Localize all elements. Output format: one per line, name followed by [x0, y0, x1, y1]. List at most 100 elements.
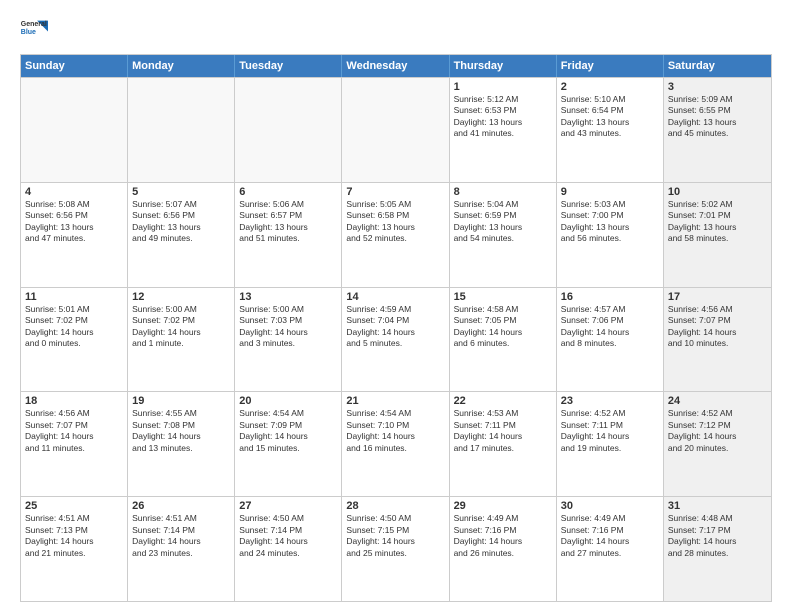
cal-row-4: 25Sunrise: 4:51 AM Sunset: 7:13 PM Dayli…: [21, 496, 771, 601]
cal-header-tuesday: Tuesday: [235, 55, 342, 77]
cal-cell-27: 27Sunrise: 4:50 AM Sunset: 7:14 PM Dayli…: [235, 497, 342, 601]
day-number: 24: [668, 395, 767, 407]
day-number: 22: [454, 395, 552, 407]
cal-cell-6: 6Sunrise: 5:06 AM Sunset: 6:57 PM Daylig…: [235, 183, 342, 287]
cal-cell-9: 9Sunrise: 5:03 AM Sunset: 7:00 PM Daylig…: [557, 183, 664, 287]
cal-cell-31: 31Sunrise: 4:48 AM Sunset: 7:17 PM Dayli…: [664, 497, 771, 601]
day-number: 15: [454, 291, 552, 303]
day-number: 12: [132, 291, 230, 303]
day-number: 16: [561, 291, 659, 303]
day-number: 5: [132, 186, 230, 198]
day-number: 30: [561, 500, 659, 512]
day-number: 10: [668, 186, 767, 198]
day-number: 31: [668, 500, 767, 512]
calendar-header-row: SundayMondayTuesdayWednesdayThursdayFrid…: [21, 55, 771, 77]
cell-content: Sunrise: 4:52 AM Sunset: 7:11 PM Dayligh…: [561, 408, 659, 454]
day-number: 7: [346, 186, 444, 198]
cal-cell-30: 30Sunrise: 4:49 AM Sunset: 7:16 PM Dayli…: [557, 497, 664, 601]
day-number: 11: [25, 291, 123, 303]
cal-row-2: 11Sunrise: 5:01 AM Sunset: 7:02 PM Dayli…: [21, 287, 771, 392]
cal-cell-12: 12Sunrise: 5:00 AM Sunset: 7:02 PM Dayli…: [128, 288, 235, 392]
day-number: 21: [346, 395, 444, 407]
day-number: 4: [25, 186, 123, 198]
day-number: 13: [239, 291, 337, 303]
cal-cell-empty-0-3: [342, 78, 449, 182]
day-number: 20: [239, 395, 337, 407]
cell-content: Sunrise: 5:06 AM Sunset: 6:57 PM Dayligh…: [239, 199, 337, 245]
cal-cell-17: 17Sunrise: 4:56 AM Sunset: 7:07 PM Dayli…: [664, 288, 771, 392]
page: General Blue SundayMondayTuesdayWednesda…: [0, 0, 792, 612]
day-number: 17: [668, 291, 767, 303]
cell-content: Sunrise: 4:53 AM Sunset: 7:11 PM Dayligh…: [454, 408, 552, 454]
logo-icon: General Blue: [20, 16, 48, 44]
cal-cell-10: 10Sunrise: 5:02 AM Sunset: 7:01 PM Dayli…: [664, 183, 771, 287]
cal-cell-3: 3Sunrise: 5:09 AM Sunset: 6:55 PM Daylig…: [664, 78, 771, 182]
cell-content: Sunrise: 5:04 AM Sunset: 6:59 PM Dayligh…: [454, 199, 552, 245]
day-number: 18: [25, 395, 123, 407]
cell-content: Sunrise: 4:50 AM Sunset: 7:15 PM Dayligh…: [346, 513, 444, 559]
day-number: 8: [454, 186, 552, 198]
cal-header-monday: Monday: [128, 55, 235, 77]
cell-content: Sunrise: 4:57 AM Sunset: 7:06 PM Dayligh…: [561, 304, 659, 350]
cal-cell-5: 5Sunrise: 5:07 AM Sunset: 6:56 PM Daylig…: [128, 183, 235, 287]
cal-header-friday: Friday: [557, 55, 664, 77]
day-number: 28: [346, 500, 444, 512]
cell-content: Sunrise: 4:49 AM Sunset: 7:16 PM Dayligh…: [561, 513, 659, 559]
cal-header-saturday: Saturday: [664, 55, 771, 77]
cell-content: Sunrise: 4:54 AM Sunset: 7:09 PM Dayligh…: [239, 408, 337, 454]
cell-content: Sunrise: 4:56 AM Sunset: 7:07 PM Dayligh…: [25, 408, 123, 454]
day-number: 6: [239, 186, 337, 198]
svg-text:Blue: Blue: [21, 29, 36, 36]
cal-cell-13: 13Sunrise: 5:00 AM Sunset: 7:03 PM Dayli…: [235, 288, 342, 392]
cell-content: Sunrise: 4:48 AM Sunset: 7:17 PM Dayligh…: [668, 513, 767, 559]
cal-cell-28: 28Sunrise: 4:50 AM Sunset: 7:15 PM Dayli…: [342, 497, 449, 601]
cal-cell-4: 4Sunrise: 5:08 AM Sunset: 6:56 PM Daylig…: [21, 183, 128, 287]
logo: General Blue: [20, 16, 48, 44]
cell-content: Sunrise: 5:03 AM Sunset: 7:00 PM Dayligh…: [561, 199, 659, 245]
calendar: SundayMondayTuesdayWednesdayThursdayFrid…: [20, 54, 772, 602]
day-number: 23: [561, 395, 659, 407]
day-number: 27: [239, 500, 337, 512]
cal-cell-11: 11Sunrise: 5:01 AM Sunset: 7:02 PM Dayli…: [21, 288, 128, 392]
cal-cell-20: 20Sunrise: 4:54 AM Sunset: 7:09 PM Dayli…: [235, 392, 342, 496]
cal-cell-19: 19Sunrise: 4:55 AM Sunset: 7:08 PM Dayli…: [128, 392, 235, 496]
cal-row-3: 18Sunrise: 4:56 AM Sunset: 7:07 PM Dayli…: [21, 391, 771, 496]
day-number: 29: [454, 500, 552, 512]
svg-text:General: General: [21, 21, 47, 28]
cal-cell-14: 14Sunrise: 4:59 AM Sunset: 7:04 PM Dayli…: [342, 288, 449, 392]
cal-cell-7: 7Sunrise: 5:05 AM Sunset: 6:58 PM Daylig…: [342, 183, 449, 287]
cell-content: Sunrise: 5:00 AM Sunset: 7:03 PM Dayligh…: [239, 304, 337, 350]
cell-content: Sunrise: 5:00 AM Sunset: 7:02 PM Dayligh…: [132, 304, 230, 350]
day-number: 1: [454, 81, 552, 93]
cell-content: Sunrise: 4:49 AM Sunset: 7:16 PM Dayligh…: [454, 513, 552, 559]
cell-content: Sunrise: 5:12 AM Sunset: 6:53 PM Dayligh…: [454, 94, 552, 140]
cell-content: Sunrise: 4:55 AM Sunset: 7:08 PM Dayligh…: [132, 408, 230, 454]
cell-content: Sunrise: 4:52 AM Sunset: 7:12 PM Dayligh…: [668, 408, 767, 454]
day-number: 2: [561, 81, 659, 93]
day-number: 9: [561, 186, 659, 198]
cell-content: Sunrise: 5:02 AM Sunset: 7:01 PM Dayligh…: [668, 199, 767, 245]
cell-content: Sunrise: 5:05 AM Sunset: 6:58 PM Dayligh…: [346, 199, 444, 245]
cal-cell-26: 26Sunrise: 4:51 AM Sunset: 7:14 PM Dayli…: [128, 497, 235, 601]
cal-cell-25: 25Sunrise: 4:51 AM Sunset: 7:13 PM Dayli…: [21, 497, 128, 601]
day-number: 3: [668, 81, 767, 93]
cal-cell-24: 24Sunrise: 4:52 AM Sunset: 7:12 PM Dayli…: [664, 392, 771, 496]
cell-content: Sunrise: 4:59 AM Sunset: 7:04 PM Dayligh…: [346, 304, 444, 350]
cal-cell-2: 2Sunrise: 5:10 AM Sunset: 6:54 PM Daylig…: [557, 78, 664, 182]
cell-content: Sunrise: 4:51 AM Sunset: 7:14 PM Dayligh…: [132, 513, 230, 559]
day-number: 19: [132, 395, 230, 407]
header: General Blue: [20, 16, 772, 44]
cal-cell-16: 16Sunrise: 4:57 AM Sunset: 7:06 PM Dayli…: [557, 288, 664, 392]
cell-content: Sunrise: 4:51 AM Sunset: 7:13 PM Dayligh…: [25, 513, 123, 559]
cal-header-wednesday: Wednesday: [342, 55, 449, 77]
cal-cell-18: 18Sunrise: 4:56 AM Sunset: 7:07 PM Dayli…: [21, 392, 128, 496]
cal-cell-empty-0-0: [21, 78, 128, 182]
cell-content: Sunrise: 4:58 AM Sunset: 7:05 PM Dayligh…: [454, 304, 552, 350]
cal-header-sunday: Sunday: [21, 55, 128, 77]
day-number: 26: [132, 500, 230, 512]
cal-cell-8: 8Sunrise: 5:04 AM Sunset: 6:59 PM Daylig…: [450, 183, 557, 287]
cal-cell-29: 29Sunrise: 4:49 AM Sunset: 7:16 PM Dayli…: [450, 497, 557, 601]
cal-cell-empty-0-2: [235, 78, 342, 182]
cell-content: Sunrise: 5:07 AM Sunset: 6:56 PM Dayligh…: [132, 199, 230, 245]
cal-row-1: 4Sunrise: 5:08 AM Sunset: 6:56 PM Daylig…: [21, 182, 771, 287]
